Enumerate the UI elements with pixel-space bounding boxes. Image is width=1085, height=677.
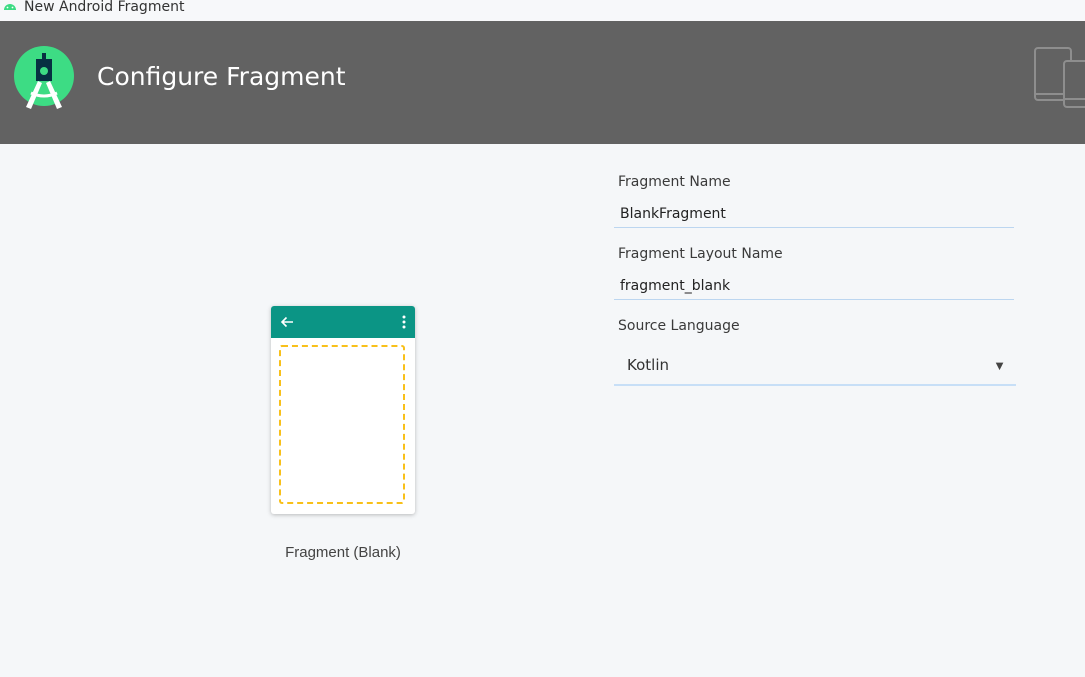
window-title: New Android Fragment — [24, 0, 185, 15]
fragment-name-label: Fragment Name — [618, 174, 731, 190]
layout-name-input[interactable] — [614, 272, 1014, 300]
devices-icon — [1034, 47, 1085, 108]
dropdown-caret-icon: ▼ — [993, 357, 1006, 373]
android-icon — [4, 3, 16, 10]
back-arrow-icon — [280, 316, 293, 328]
overflow-menu-icon — [402, 315, 406, 329]
page-title: Configure Fragment — [97, 62, 346, 91]
window-titlebar: New Android Fragment — [0, 0, 1085, 21]
template-caption: Fragment (Blank) — [285, 544, 401, 561]
source-language-value: Kotlin — [627, 356, 669, 374]
fragment-placeholder — [279, 345, 405, 504]
source-language-select[interactable]: Kotlin ▼ — [614, 346, 1016, 386]
fragment-name-input[interactable] — [614, 200, 1014, 228]
source-language-label: Source Language — [618, 318, 740, 334]
android-studio-logo-icon — [14, 46, 74, 109]
preview-app-bar — [271, 306, 415, 338]
fragment-template-preview — [271, 306, 415, 514]
layout-name-label: Fragment Layout Name — [618, 246, 783, 262]
wizard-header: Configure Fragment — [0, 21, 1085, 144]
